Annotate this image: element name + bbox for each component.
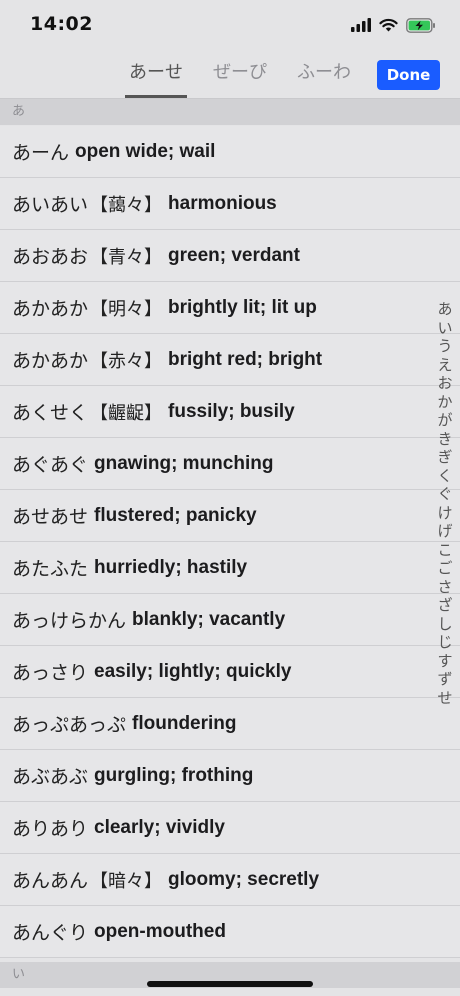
- entry-meaning: gnawing; munching: [94, 452, 274, 474]
- list-item[interactable]: ありあり clearly; vividly: [0, 802, 460, 854]
- entry-reading: あたふた: [12, 558, 89, 580]
- entry-reading: あおあお: [12, 246, 89, 268]
- index-item[interactable]: せ: [437, 689, 452, 708]
- index-item[interactable]: あ: [437, 300, 452, 319]
- list-item[interactable]: あぐあぐ gnawing; munching: [0, 438, 460, 490]
- entry-reading: ありあり: [12, 818, 89, 840]
- list-item[interactable]: あっさり easily; lightly; quickly: [0, 646, 460, 698]
- index-item[interactable]: げ: [437, 522, 452, 541]
- index-item[interactable]: す: [437, 652, 452, 671]
- entry-meaning: open-mouthed: [94, 920, 226, 942]
- entry-meaning: clearly; vividly: [94, 816, 225, 838]
- entry-meaning: blankly; vacantly: [132, 608, 286, 630]
- list-item[interactable]: あいあい 【藹々】 harmonious: [0, 178, 460, 230]
- index-item[interactable]: ざ: [437, 596, 452, 615]
- section-header-a: あ: [0, 99, 460, 125]
- list-item[interactable]: あかあか 【赤々】 bright red; bright: [0, 334, 460, 386]
- index-item[interactable]: く: [437, 467, 452, 486]
- entry-reading: あかあか: [12, 298, 89, 320]
- index-item[interactable]: し: [437, 615, 452, 634]
- list-item[interactable]: あせあせ flustered; panicky: [0, 490, 460, 542]
- index-item[interactable]: が: [437, 411, 452, 430]
- entry-reading: あせあせ: [12, 506, 89, 528]
- index-item[interactable]: ず: [437, 670, 452, 689]
- list-item[interactable]: あたふた hurriedly; hastily: [0, 542, 460, 594]
- entry-kanji: 【青々】: [90, 246, 163, 268]
- list-item[interactable]: あおあお 【青々】 green; verdant: [0, 230, 460, 282]
- entry-reading: あぶあぶ: [12, 766, 89, 788]
- header-bar: あーせ ぜーぴ ふーわ Done: [0, 50, 460, 99]
- entry-meaning: bright red; bright: [168, 348, 323, 370]
- signal-icon: [351, 18, 371, 32]
- status-icons: [351, 16, 436, 34]
- section-header-label: い: [12, 967, 26, 982]
- entry-reading: あーん: [12, 142, 70, 164]
- tab-bar: あーせ ぜーぴ ふーわ: [125, 50, 355, 98]
- battery-charging-icon: [406, 17, 435, 33]
- index-item[interactable]: ぎ: [437, 448, 452, 467]
- entry-reading: あかあか: [12, 350, 89, 372]
- entry-kanji: 【齷齪】: [90, 402, 163, 424]
- entry-meaning: harmonious: [168, 192, 277, 214]
- done-button[interactable]: Done: [377, 60, 440, 90]
- entry-meaning: gurgling; frothing: [94, 764, 254, 786]
- list-item[interactable]: あかあか 【明々】 brightly lit; lit up: [0, 282, 460, 334]
- index-item[interactable]: け: [437, 504, 452, 523]
- list-item[interactable]: あんあん 【暗々】 gloomy; secretly: [0, 854, 460, 906]
- entry-list: あーん open wide; wail あいあい 【藹々】 harmonious…: [0, 126, 460, 958]
- index-item[interactable]: お: [437, 374, 452, 393]
- entry-reading: あいあい: [12, 194, 89, 216]
- list-item[interactable]: あっけらかん blankly; vacantly: [0, 594, 460, 646]
- index-item[interactable]: こ: [437, 541, 452, 560]
- entry-kanji: 【藹々】: [90, 194, 163, 216]
- list-item[interactable]: あぶあぶ gurgling; frothing: [0, 750, 460, 802]
- entry-meaning: green; verdant: [168, 244, 300, 266]
- index-item[interactable]: か: [437, 393, 452, 412]
- entry-meaning: floundering: [132, 712, 237, 734]
- entry-reading: あくせく: [12, 402, 89, 424]
- index-item[interactable]: え: [437, 356, 452, 375]
- list-item[interactable]: あくせく 【齷齪】 fussily; busily: [0, 386, 460, 438]
- index-item[interactable]: う: [437, 337, 452, 356]
- entry-kanji: 【明々】: [90, 298, 163, 320]
- tab-a-se[interactable]: あーせ: [125, 50, 187, 98]
- index-item[interactable]: じ: [437, 633, 452, 652]
- entry-reading: あっけらかん: [12, 610, 127, 632]
- status-time: 14:02: [30, 13, 93, 35]
- home-indicator[interactable]: [147, 981, 313, 987]
- entry-reading: あぐあぐ: [12, 454, 89, 476]
- entry-reading: あんぐり: [12, 922, 89, 944]
- entry-meaning: hurriedly; hastily: [94, 556, 248, 578]
- entry-meaning: flustered; panicky: [94, 504, 257, 526]
- entry-kanji: 【暗々】: [90, 870, 163, 892]
- entry-meaning: brightly lit; lit up: [168, 296, 317, 318]
- index-item[interactable]: さ: [437, 578, 452, 597]
- entry-meaning: easily; lightly; quickly: [94, 660, 292, 682]
- list-item[interactable]: あんぐり open-mouthed: [0, 906, 460, 958]
- index-item[interactable]: ご: [437, 559, 452, 578]
- entry-reading: あっぷあっぷ: [12, 714, 127, 736]
- status-bar: 14:02: [0, 0, 460, 50]
- index-item[interactable]: い: [437, 319, 452, 338]
- index-item[interactable]: き: [437, 430, 452, 449]
- index-item[interactable]: ぐ: [437, 485, 452, 504]
- entry-meaning: gloomy; secretly: [168, 868, 320, 890]
- tab-ze-pi[interactable]: ぜーぴ: [209, 50, 271, 98]
- list-item[interactable]: あっぷあっぷ floundering: [0, 698, 460, 750]
- entry-meaning: open wide; wail: [75, 140, 216, 162]
- wifi-icon: [379, 18, 398, 32]
- tab-fu-wa[interactable]: ふーわ: [293, 50, 355, 98]
- entry-kanji: 【赤々】: [90, 350, 163, 372]
- entry-reading: あんあん: [12, 870, 89, 892]
- section-header-label: あ: [12, 104, 26, 119]
- entry-reading: あっさり: [12, 662, 89, 684]
- section-index[interactable]: あ い う え お か が き ぎ く ぐ け げ こ ご さ ざ し じ す …: [435, 300, 455, 707]
- list-item[interactable]: あーん open wide; wail: [0, 126, 460, 178]
- entry-meaning: fussily; busily: [168, 400, 295, 422]
